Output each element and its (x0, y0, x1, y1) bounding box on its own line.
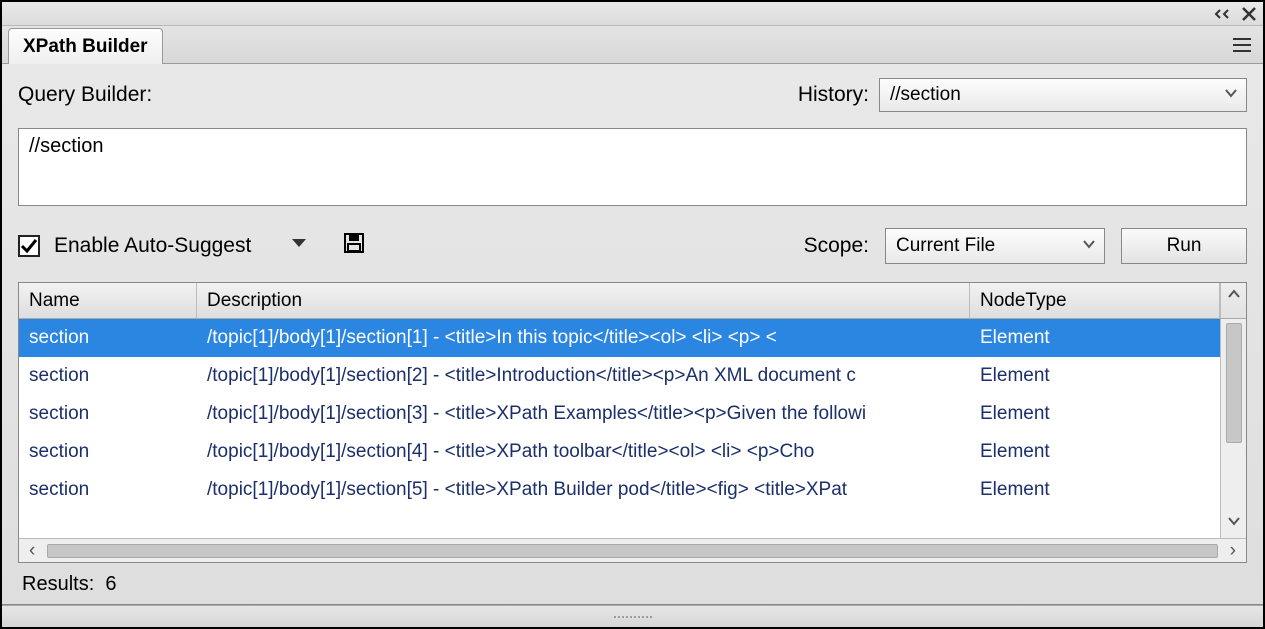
history-selected: //section (890, 84, 961, 106)
cell-nodetype: Element (970, 479, 1220, 501)
query-value: //section (29, 135, 103, 157)
xpath-builder-panel: XPath Builder Query Builder: History: //… (0, 0, 1265, 629)
col-description[interactable]: Description (197, 283, 970, 318)
query-header-row: Query Builder: History: //section (18, 78, 1247, 112)
results-count-value: 6 (105, 573, 116, 595)
cell-description: /topic[1]/body[1]/section[4] - <title>XP… (197, 441, 970, 463)
status-bar (2, 605, 1263, 627)
table-header: Name Description NodeType (19, 283, 1246, 319)
autosuggest-checkbox[interactable] (18, 235, 40, 257)
query-input[interactable]: //section (18, 128, 1247, 206)
options-row: Enable Auto-Suggest Scope: Current File (18, 228, 1247, 264)
scroll-right-icon[interactable]: › (1230, 540, 1236, 562)
panel-titlebar (2, 2, 1263, 26)
tab-label: XPath Builder (23, 36, 148, 58)
history-label: History: (798, 83, 869, 107)
table-row[interactable]: section/topic[1]/body[1]/section[2] - <t… (19, 357, 1220, 395)
scope-dropdown[interactable]: Current File (885, 228, 1105, 264)
scope-selected: Current File (896, 235, 995, 257)
tab-xpath-builder[interactable]: XPath Builder (8, 28, 163, 64)
results-table: Name Description NodeType section/topic[… (18, 282, 1247, 563)
cell-name: section (19, 479, 197, 501)
table-row[interactable]: section/topic[1]/body[1]/section[4] - <t… (19, 433, 1220, 471)
table-body: section/topic[1]/body[1]/section[1] - <t… (19, 319, 1220, 538)
autosuggest-label: Enable Auto-Suggest (54, 234, 251, 258)
cell-nodetype: Element (970, 441, 1220, 463)
horizontal-scroll-thumb[interactable] (47, 544, 1217, 558)
scope-label: Scope: (804, 234, 869, 258)
scroll-down-icon[interactable] (1227, 512, 1241, 534)
cell-name: section (19, 403, 197, 425)
cell-name: section (19, 441, 197, 463)
col-name[interactable]: Name (19, 283, 197, 318)
history-dropdown[interactable]: //section (879, 78, 1247, 112)
resize-grip-icon[interactable] (614, 616, 652, 618)
table-row[interactable]: section/topic[1]/body[1]/section[1] - <t… (19, 319, 1220, 357)
run-label: Run (1167, 235, 1202, 257)
cell-description: /topic[1]/body[1]/section[2] - <title>In… (197, 365, 970, 387)
vertical-scrollbar[interactable] (1220, 319, 1246, 538)
tab-strip: XPath Builder (2, 26, 1263, 64)
query-builder-label: Query Builder: (18, 83, 152, 107)
panel-menu-icon[interactable] (1229, 32, 1255, 64)
vertical-scroll-thumb[interactable] (1226, 323, 1242, 443)
cell-description: /topic[1]/body[1]/section[5] - <title>XP… (197, 479, 970, 501)
cell-description: /topic[1]/body[1]/section[3] - <title>XP… (197, 403, 970, 425)
panel-content: Query Builder: History: //section //sect… (2, 64, 1263, 605)
chevron-down-icon (1224, 84, 1238, 106)
collapse-icon[interactable] (1211, 7, 1233, 21)
table-row[interactable]: section/topic[1]/body[1]/section[3] - <t… (19, 395, 1220, 433)
cell-nodetype: Element (970, 365, 1220, 387)
cell-nodetype: Element (970, 327, 1220, 349)
cell-description: /topic[1]/body[1]/section[1] - <title>In… (197, 327, 970, 349)
run-button[interactable]: Run (1121, 228, 1247, 264)
table-row[interactable]: section/topic[1]/body[1]/section[5] - <t… (19, 471, 1220, 509)
scroll-left-icon[interactable]: ‹ (29, 540, 35, 562)
chevron-down-icon (1082, 235, 1096, 257)
horizontal-scrollbar[interactable]: ‹ › (19, 538, 1246, 562)
cell-name: section (19, 327, 197, 349)
col-nodetype[interactable]: NodeType (970, 283, 1220, 318)
cell-nodetype: Element (970, 403, 1220, 425)
save-icon[interactable] (343, 232, 365, 260)
results-count: Results: 6 (18, 567, 1247, 604)
cell-name: section (19, 365, 197, 387)
results-prefix: Results: (22, 573, 94, 595)
autosuggest-dropdown-icon[interactable] (289, 233, 309, 259)
scroll-up-icon[interactable] (1220, 283, 1246, 318)
close-icon[interactable] (1241, 6, 1257, 22)
